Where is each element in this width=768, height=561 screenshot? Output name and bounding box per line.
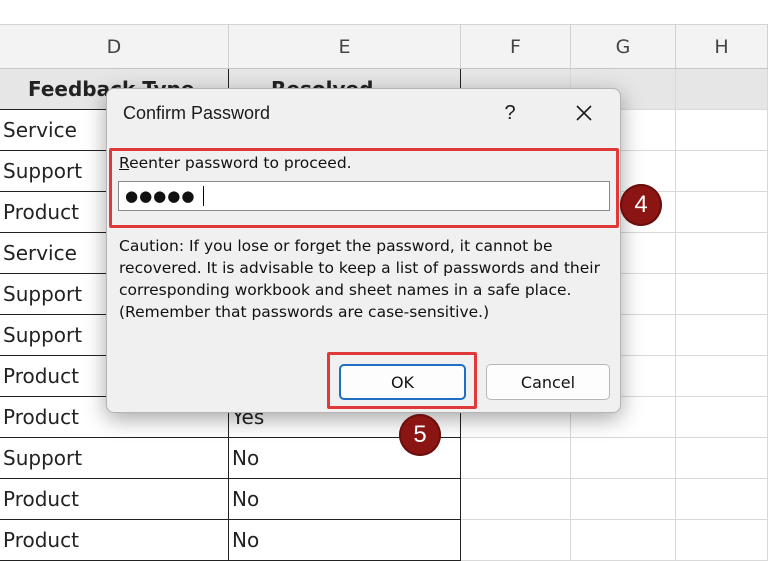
column-letter: H [714, 35, 729, 58]
step-badge-5: 5 [399, 414, 441, 456]
step-badge-4: 4 [620, 184, 662, 226]
cell[interactable] [676, 356, 768, 397]
close-icon [576, 105, 592, 121]
table-row: Product No [0, 520, 768, 561]
help-icon: ? [504, 101, 516, 124]
cell[interactable] [571, 479, 676, 520]
table-row: Support No [0, 438, 768, 479]
column-header-f[interactable]: F [461, 25, 571, 69]
cell[interactable] [676, 479, 768, 520]
cell-resolved[interactable]: No [229, 479, 461, 520]
column-letter: F [510, 35, 521, 58]
cell[interactable] [676, 110, 768, 151]
dialog-title: Confirm Password [123, 103, 271, 123]
cell[interactable] [676, 233, 768, 274]
cell[interactable] [676, 520, 768, 561]
cell[interactable] [676, 315, 768, 356]
cell[interactable] [676, 397, 768, 438]
cell[interactable] [676, 192, 768, 233]
cell[interactable] [571, 438, 676, 479]
close-button[interactable] [562, 95, 606, 131]
column-header-e[interactable]: E [229, 25, 461, 69]
cell[interactable] [571, 520, 676, 561]
cell[interactable] [676, 438, 768, 479]
cell-feedback-type[interactable]: Product [0, 479, 229, 520]
column-header-h[interactable]: H [676, 25, 768, 69]
column-letter: G [615, 35, 631, 58]
column-header-g[interactable]: G [571, 25, 676, 69]
cell-feedback-type[interactable]: Product [0, 520, 229, 561]
cell[interactable] [676, 69, 768, 110]
table-row: Product No [0, 479, 768, 520]
highlight-password-field [109, 148, 619, 228]
help-button[interactable]: ? [490, 95, 530, 131]
cell[interactable] [676, 151, 768, 192]
formula-bar-area [0, 0, 768, 25]
caution-text: Caution: If you lose or forget the passw… [119, 237, 600, 321]
cancel-button[interactable]: Cancel [486, 364, 610, 400]
highlight-ok-button [327, 352, 477, 409]
column-letter: D [106, 35, 122, 58]
column-letter: E [338, 35, 351, 58]
cell-feedback-type[interactable]: Support [0, 438, 229, 479]
column-header-d[interactable]: D [0, 25, 229, 69]
cell[interactable] [461, 479, 571, 520]
cell-resolved[interactable]: No [229, 520, 461, 561]
cell[interactable] [461, 520, 571, 561]
cell[interactable] [676, 274, 768, 315]
cell[interactable] [461, 438, 571, 479]
